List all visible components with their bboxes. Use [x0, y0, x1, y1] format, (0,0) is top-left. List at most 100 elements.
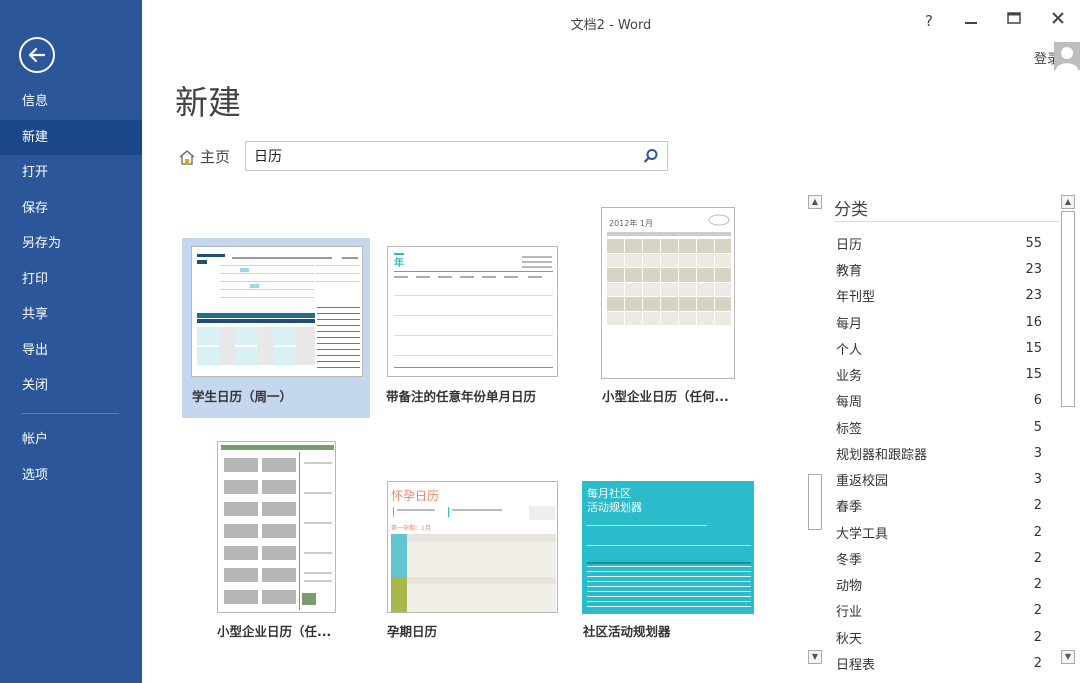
category-item[interactable]: 冬季 2 — [836, 545, 1042, 571]
category-count: 23 — [1025, 261, 1042, 277]
category-scroll-down[interactable]: ▼ — [1061, 650, 1075, 664]
template-tile-pregnancy-calendar[interactable]: 怀孕日历 第一孕期：1月 孕期日历 — [380, 475, 568, 645]
minimize-icon — [965, 22, 977, 24]
category-item[interactable]: 重返校园 3 — [836, 466, 1042, 492]
maximize-icon — [1007, 12, 1021, 24]
nav-open[interactable]: 打开 — [0, 155, 142, 190]
thumb-pregnancy-title: 怀孕日历 — [391, 489, 439, 503]
category-name: 冬季 — [836, 552, 863, 568]
category-item[interactable]: 大学工具 2 — [836, 519, 1042, 545]
help-button[interactable]: ? — [919, 12, 939, 30]
category-item[interactable]: 每月 16 — [836, 309, 1042, 335]
nav-close[interactable]: 关闭 — [0, 368, 142, 403]
pregnancy-calendar-preview: 怀孕日历 第一孕期：1月 — [391, 489, 556, 612]
close-icon — [1052, 12, 1064, 24]
category-item[interactable]: 教育 23 — [836, 256, 1042, 282]
template-search-input[interactable] — [246, 142, 626, 170]
template-thumbnail: 怀孕日历 第一孕期：1月 — [387, 481, 558, 613]
page-title: 新建 — [175, 83, 241, 122]
student-calendar-preview — [197, 254, 360, 368]
template-tile-student-calendar[interactable]: 学生日历（周一） — [182, 238, 370, 418]
thumb-planner-title-1: 每月社区 — [587, 486, 631, 500]
search-box[interactable] — [245, 141, 668, 171]
category-scrollbar-thumb[interactable] — [1061, 211, 1075, 407]
template-scroll-down[interactable]: ▼ — [808, 650, 822, 664]
home-icon — [179, 149, 195, 165]
minimize-button[interactable] — [961, 10, 981, 30]
template-tile-community-planner[interactable]: 每月社区 活动规划器 社区活动规划器 — [575, 475, 765, 645]
category-name: 个人 — [836, 342, 863, 358]
category-name: 动物 — [836, 578, 863, 594]
back-arrow-icon — [28, 47, 46, 63]
template-tile-small-business-calendar-2[interactable]: 小型企业日历（任... — [208, 435, 368, 645]
category-count: 2 — [1033, 497, 1042, 513]
nav-export[interactable]: 导出 — [0, 333, 142, 368]
category-scroll-up[interactable]: ▲ — [1061, 195, 1075, 209]
thumb-year-heading: 年 — [394, 256, 404, 269]
category-title: 分类 — [834, 200, 868, 220]
back-button[interactable] — [19, 37, 55, 73]
category-item[interactable]: 标签 5 — [836, 414, 1042, 440]
category-name: 春季 — [836, 499, 863, 515]
category-panel: ▲ 分类 日历 55 教育 23 年刊型 23 每月 16 个人 15 业务 15 每周 6 … — [805, 192, 1080, 683]
thumb-month-heading: 2012年 1月 — [609, 218, 653, 228]
category-count: 2 — [1033, 576, 1042, 592]
template-tile-any-year-monthly[interactable]: 年 带备注的任意年份单月日历 — [380, 238, 568, 418]
home-link[interactable]: 主页 — [178, 146, 230, 167]
user-icon — [1054, 42, 1080, 70]
nav-print[interactable]: 打印 — [0, 262, 142, 297]
template-thumbnail: 年 — [387, 246, 558, 377]
template-label: 学生日历（周一） — [192, 389, 293, 404]
search-icon[interactable] — [643, 148, 659, 164]
nav-new[interactable]: 新建 — [0, 120, 142, 155]
avatar[interactable] — [1054, 42, 1080, 70]
nav-save-as[interactable]: 另存为 — [0, 226, 142, 261]
category-scroll-up-left[interactable]: ▲ — [808, 195, 822, 209]
category-name: 日历 — [836, 237, 863, 253]
nav-account[interactable]: 帐户 — [0, 422, 142, 457]
category-item[interactable]: 业务 15 — [836, 361, 1042, 387]
home-label: 主页 — [200, 148, 231, 166]
category-item[interactable]: 日历 55 — [836, 230, 1042, 256]
nav-share[interactable]: 共享 — [0, 297, 142, 332]
maximize-button[interactable] — [1004, 10, 1024, 30]
close-button[interactable] — [1048, 10, 1068, 30]
template-tile-small-business-calendar[interactable]: 2012年 1月 小型企业日历（任何... — [592, 200, 780, 418]
category-count: 3 — [1033, 471, 1042, 487]
category-count: 16 — [1025, 314, 1042, 330]
category-name: 年刊型 — [836, 289, 876, 305]
category-item[interactable]: 年刊型 23 — [836, 282, 1042, 308]
template-label: 社区活动规划器 — [583, 624, 671, 639]
category-count: 23 — [1025, 287, 1042, 303]
category-count: 15 — [1025, 340, 1042, 356]
nav-save[interactable]: 保存 — [0, 191, 142, 226]
category-name: 重返校园 — [836, 473, 889, 489]
category-count: 2 — [1033, 550, 1042, 566]
category-item[interactable]: 动物 2 — [836, 571, 1042, 597]
template-label: 孕期日历 — [387, 624, 438, 639]
template-thumbnail — [191, 246, 363, 377]
category-item[interactable]: 规划器和跟踪器 3 — [836, 440, 1042, 466]
category-name: 标签 — [836, 421, 863, 437]
category-name: 业务 — [836, 368, 863, 384]
small-business-calendar-preview: 2012年 1月 — [607, 214, 731, 325]
nav-info[interactable]: 信息 — [0, 84, 142, 119]
category-item[interactable]: 个人 15 — [836, 335, 1042, 361]
template-thumbnail: 2012年 1月 — [601, 207, 735, 379]
category-count: 55 — [1025, 235, 1042, 251]
category-item[interactable]: 日程表 2 — [836, 650, 1042, 676]
thumb-planner-title-2: 活动规划器 — [587, 500, 642, 514]
category-item[interactable]: 行业 2 — [836, 597, 1042, 623]
template-label: 小型企业日历（任何... — [602, 389, 729, 404]
category-name: 日程表 — [836, 657, 876, 673]
category-name: 行业 — [836, 604, 863, 620]
category-item[interactable]: 春季 2 — [836, 492, 1042, 518]
template-label: 带备注的任意年份单月日历 — [386, 389, 537, 404]
template-scrollbar-thumb[interactable] — [808, 474, 822, 530]
category-item[interactable]: 秋天 2 — [836, 624, 1042, 650]
category-count: 5 — [1033, 419, 1042, 435]
category-name: 大学工具 — [836, 526, 889, 542]
category-item[interactable]: 每周 6 — [836, 387, 1042, 413]
title-bar: 文档2 - Word ? 登录 — [142, 0, 1080, 70]
nav-options[interactable]: 选项 — [0, 458, 142, 493]
